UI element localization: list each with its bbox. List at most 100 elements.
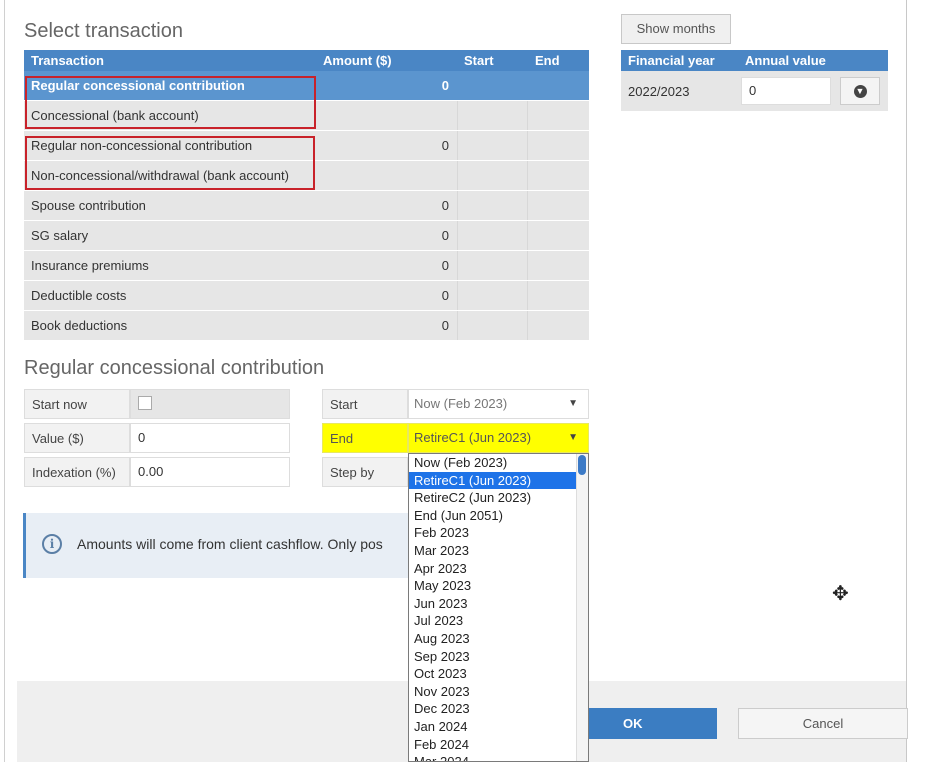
fy-action-button[interactable]: ▼ [840, 77, 880, 105]
fy-row: 2022/2023 0 ▼ [621, 71, 888, 111]
start-now-label: Start now [24, 389, 130, 419]
dropdown-option[interactable]: Nov 2023 [409, 683, 588, 701]
column-header-end: End [535, 53, 560, 68]
end-cell [528, 101, 589, 130]
amount-cell: 0 [316, 281, 458, 310]
dropdown-option[interactable]: Oct 2023 [409, 665, 588, 683]
end-cell [528, 221, 589, 250]
table-row[interactable]: Concessional (bank account) [24, 101, 589, 131]
dropdown-option[interactable]: Mar 2024 [409, 753, 588, 761]
transaction-name-cell: Non-concessional/withdrawal (bank accoun… [31, 168, 289, 183]
dropdown-option[interactable]: Apr 2023 [409, 560, 588, 578]
end-cell [528, 131, 589, 160]
column-header-financial-year: Financial year [628, 53, 715, 68]
start-now-cell [130, 389, 290, 419]
dropdown-option[interactable]: Feb 2024 [409, 736, 588, 754]
transaction-table-header: Transaction Amount ($) Start End [24, 50, 589, 71]
start-cell [458, 191, 528, 220]
start-cell [458, 101, 528, 130]
chevron-down-icon: ▼ [568, 432, 578, 443]
dropdown-scroll-thumb[interactable] [578, 455, 586, 475]
transaction-table: Transaction Amount ($) Start End Regular… [24, 50, 589, 341]
end-select-value: RetireC1 (Jun 2023) [414, 430, 532, 445]
show-months-button[interactable]: Show months [621, 14, 731, 44]
column-header-start: Start [464, 53, 494, 68]
cancel-button[interactable]: Cancel [738, 708, 908, 739]
dropdown-options: Now (Feb 2023) RetireC1 (Jun 2023) RetireC… [409, 454, 588, 761]
end-cell [528, 311, 589, 340]
end-cell [528, 251, 589, 280]
dropdown-option[interactable]: RetireC1 (Jun 2023) [409, 471, 588, 490]
arrow-circle-down-icon: ▼ [853, 84, 867, 98]
dropdown-option[interactable]: RetireC2 (Jun 2023) [409, 489, 588, 507]
dropdown-option[interactable]: Feb 2023 [409, 524, 588, 542]
column-header-transaction: Transaction [31, 53, 104, 68]
transaction-name-cell: Regular non-concessional contribution [31, 138, 253, 153]
start-cell [458, 71, 528, 100]
dropdown-scrollbar[interactable] [576, 454, 588, 761]
table-row[interactable]: Non-concessional/withdrawal (bank accoun… [24, 161, 589, 191]
dropdown-option[interactable]: Dec 2023 [409, 700, 588, 718]
end-cell [528, 191, 589, 220]
table-row[interactable]: SG salary 0 [24, 221, 589, 251]
dropdown-option[interactable]: Now (Feb 2023) [409, 454, 588, 472]
dropdown-option[interactable]: May 2023 [409, 577, 588, 595]
dropdown-option[interactable]: Aug 2023 [409, 630, 588, 648]
table-row[interactable]: Spouse contribution 0 [24, 191, 589, 221]
start-cell [458, 161, 528, 190]
info-circle-icon: i [42, 534, 62, 554]
amount-cell: 0 [316, 191, 458, 220]
dropdown-option[interactable]: Jun 2023 [409, 595, 588, 613]
start-label: Start [322, 389, 408, 419]
dropdown-option[interactable]: End (Jun 2051) [409, 507, 588, 525]
frame-right-edge [906, 0, 907, 762]
table-row[interactable]: Regular non-concessional contribution 0 [24, 131, 589, 161]
dropdown-option[interactable]: Jul 2023 [409, 612, 588, 630]
start-now-checkbox[interactable] [138, 396, 152, 410]
financial-year-table: Financial year Annual value 2022/2023 0 … [621, 50, 888, 111]
indexation-input[interactable]: 0.00 [130, 457, 290, 487]
column-header-annual-value: Annual value [745, 53, 826, 68]
dropdown-option[interactable]: Jan 2024 [409, 718, 588, 736]
amount-cell: 0 [316, 251, 458, 280]
table-row[interactable]: Deductible costs 0 [24, 281, 589, 311]
transaction-name-cell: Regular concessional contribution [31, 78, 245, 93]
step-by-label: Step by [322, 457, 408, 487]
detail-title: Regular concessional contribution [24, 357, 325, 379]
frame-left-edge [4, 0, 5, 762]
table-row[interactable]: Insurance premiums 0 [24, 251, 589, 281]
end-select[interactable]: RetireC1 (Jun 2023) ▼ [408, 423, 589, 453]
end-dropdown-list[interactable]: Now (Feb 2023) RetireC1 (Jun 2023) RetireC… [408, 453, 589, 762]
amount-cell: 0 [316, 131, 458, 160]
start-select-value: Now (Feb 2023) [414, 396, 508, 411]
transaction-name-cell: SG salary [31, 228, 89, 243]
amount-cell [316, 101, 458, 130]
value-input[interactable]: 0 [130, 423, 290, 453]
end-cell [528, 71, 589, 100]
transaction-table-body: Regular concessional contribution 0 Conces… [24, 71, 589, 341]
amount-cell [316, 161, 458, 190]
annual-value-input[interactable]: 0 [741, 77, 831, 105]
column-header-amount: Amount ($) [323, 53, 392, 68]
transaction-name-cell: Spouse contribution [31, 198, 146, 213]
dropdown-option[interactable]: Mar 2023 [409, 542, 588, 560]
indexation-label: Indexation (%) [24, 457, 130, 487]
start-cell [458, 311, 528, 340]
amount-cell: 0 [316, 221, 458, 250]
dropdown-option[interactable]: Sep 2023 [409, 648, 588, 666]
value-label: Value ($) [24, 423, 130, 453]
amount-cell: 0 [316, 311, 458, 340]
start-cell [458, 251, 528, 280]
amount-cell: 0 [316, 71, 458, 100]
end-cell [528, 161, 589, 190]
fy-year-cell: 2022/2023 [628, 83, 690, 99]
table-row[interactable]: Regular concessional contribution 0 [24, 71, 589, 101]
transaction-name-cell: Deductible costs [31, 288, 127, 303]
table-row[interactable]: Book deductions 0 [24, 311, 589, 341]
start-cell [458, 221, 528, 250]
start-select[interactable]: Now (Feb 2023) ▼ [408, 389, 589, 419]
info-text: Amounts will come from client cashflow. … [77, 536, 383, 552]
start-cell [458, 281, 528, 310]
chevron-down-icon: ▼ [568, 398, 578, 409]
ok-button[interactable]: OK [588, 708, 717, 739]
